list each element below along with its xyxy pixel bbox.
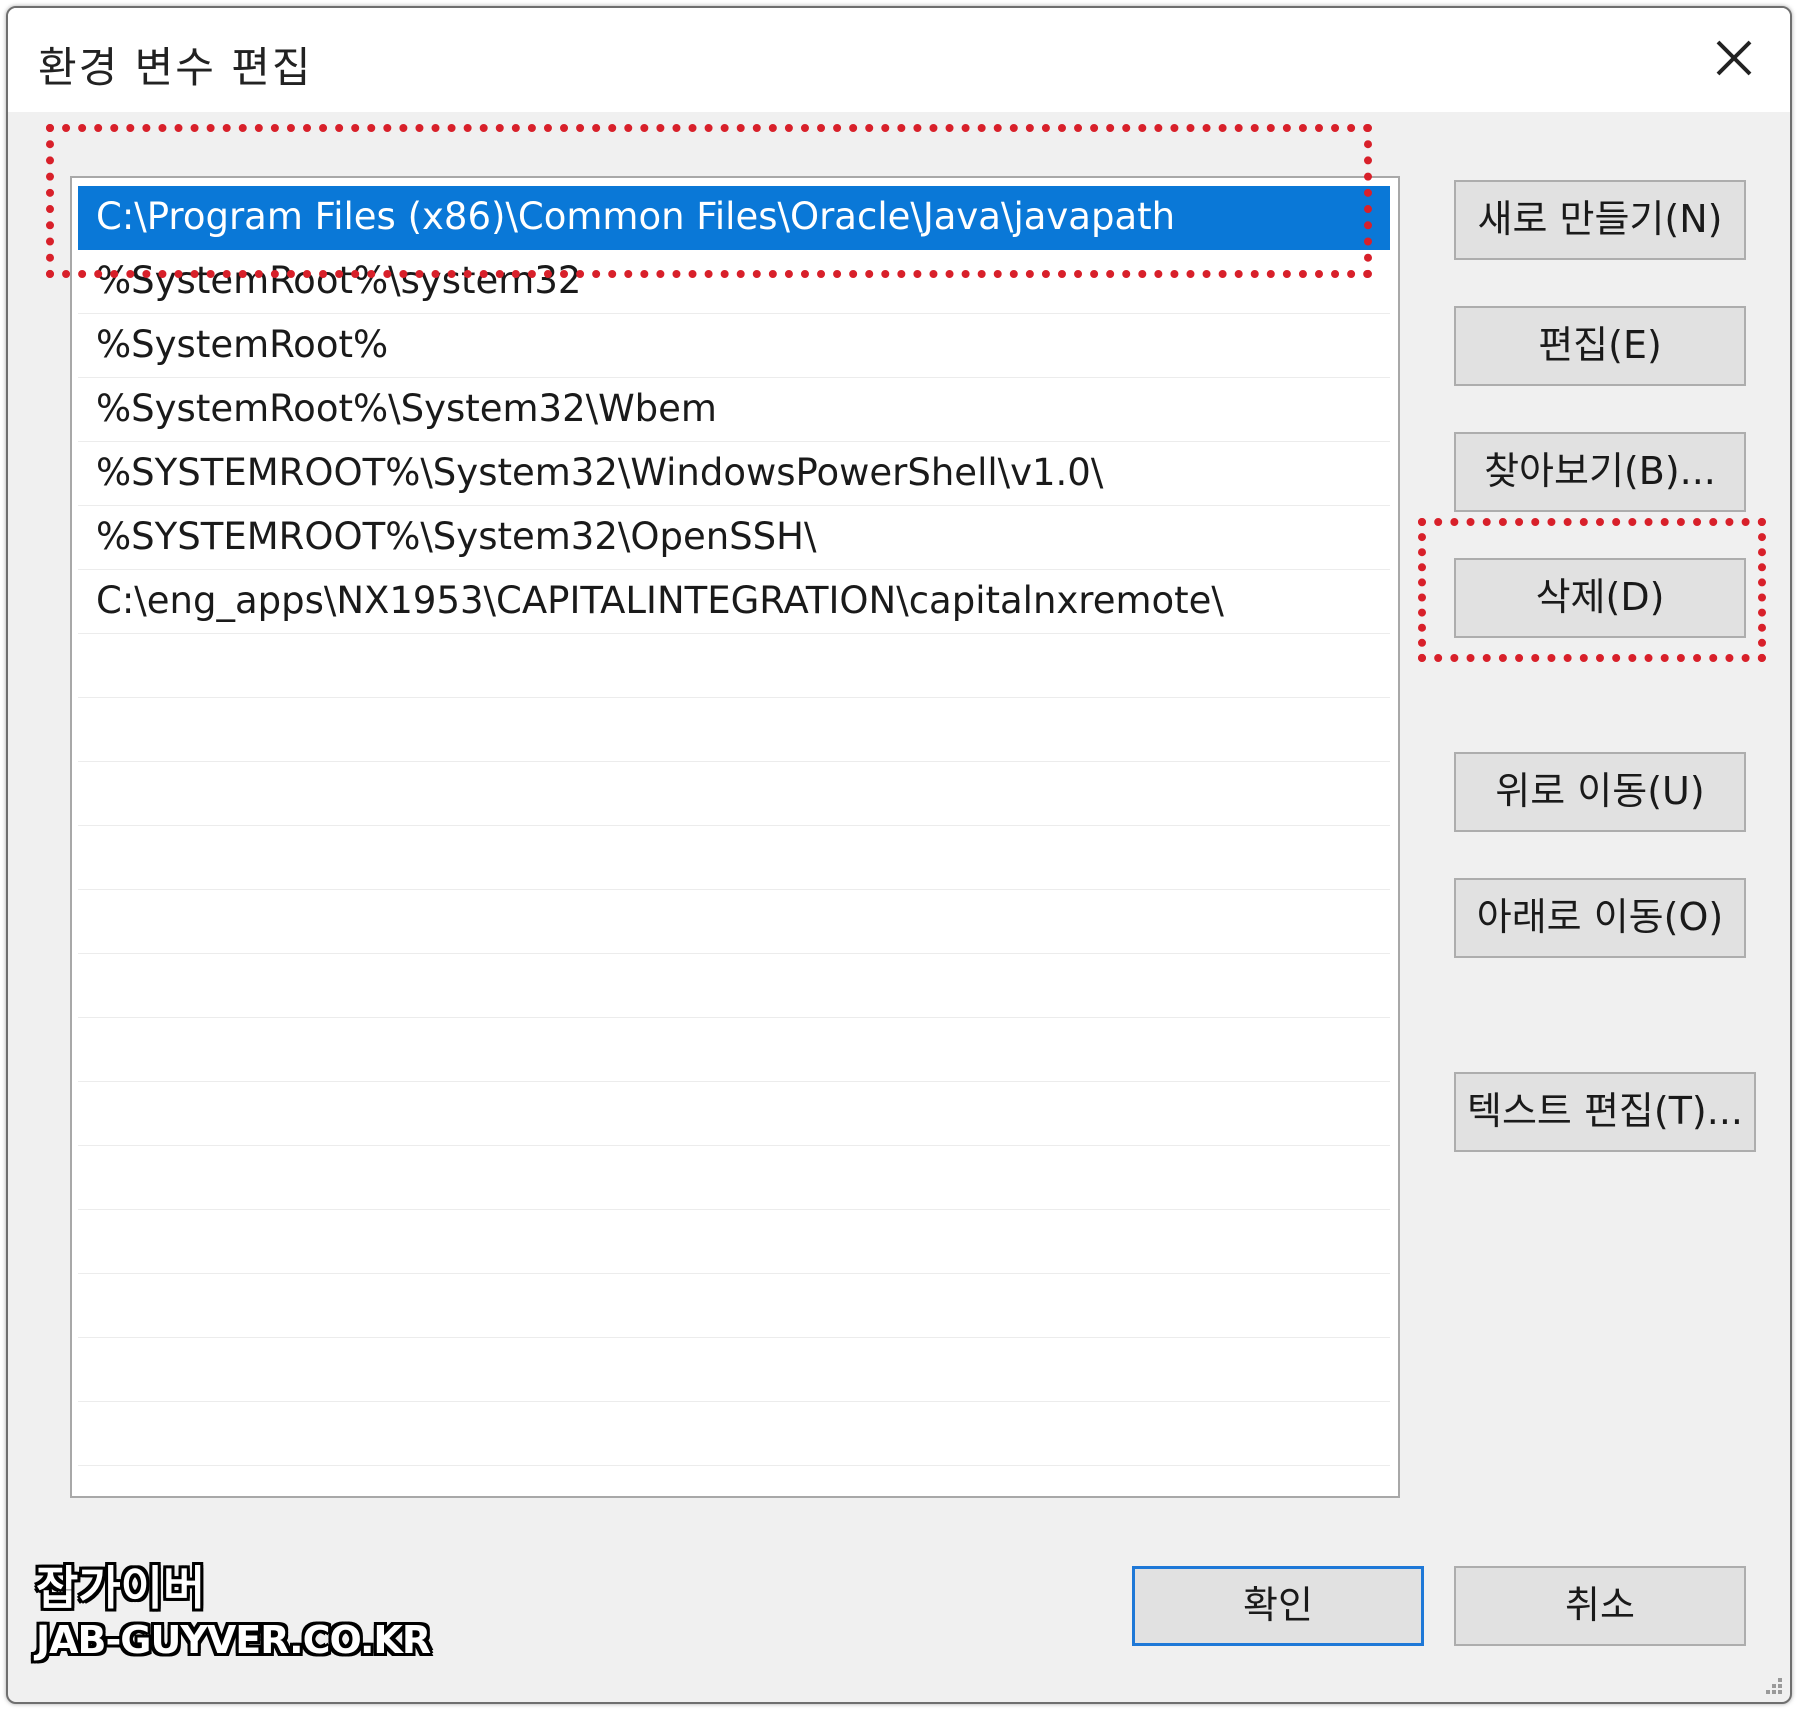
watermark-url: JAB-GUYVER.CO.KR (36, 1618, 431, 1662)
close-icon[interactable] (1704, 28, 1764, 88)
path-list-item[interactable]: %SYSTEMROOT%\System32\WindowsPowerShell\… (78, 442, 1390, 506)
empty-list-row (78, 698, 1390, 762)
title-bar: 환경 변수 편집 (8, 8, 1790, 112)
path-list[interactable]: C:\Program Files (x86)\Common Files\Orac… (70, 176, 1400, 1498)
empty-list-row (78, 762, 1390, 826)
move-down-button[interactable]: 아래로 이동(O) (1454, 878, 1746, 958)
path-list-item[interactable]: %SystemRoot%\System32\Wbem (78, 378, 1390, 442)
move-up-button[interactable]: 위로 이동(U) (1454, 752, 1746, 832)
edit-environment-variable-dialog: 환경 변수 편집 C:\Program Files (x86)\Common F… (6, 6, 1792, 1704)
empty-list-row (78, 1338, 1390, 1402)
empty-list-row (78, 1082, 1390, 1146)
dialog-title: 환경 변수 편집 (38, 43, 313, 92)
delete-button[interactable]: 삭제(D) (1454, 558, 1746, 638)
empty-list-row (78, 1402, 1390, 1466)
path-list-item-selected[interactable]: C:\Program Files (x86)\Common Files\Orac… (78, 186, 1390, 250)
empty-list-row (78, 826, 1390, 890)
path-list-item[interactable]: %SystemRoot% (78, 314, 1390, 378)
edit-text-button[interactable]: 텍스트 편집(T)... (1454, 1072, 1756, 1152)
empty-list-row (78, 1146, 1390, 1210)
empty-list-row (78, 954, 1390, 1018)
browse-button[interactable]: 찾아보기(B)... (1454, 432, 1746, 512)
cancel-button[interactable]: 취소 (1454, 1566, 1746, 1646)
empty-list-row (78, 1018, 1390, 1082)
path-list-item[interactable]: %SystemRoot%\system32 (78, 250, 1390, 314)
empty-list-row (78, 890, 1390, 954)
ok-button[interactable]: 확인 (1132, 1566, 1424, 1646)
resize-grip-icon[interactable] (1758, 1670, 1784, 1696)
path-list-item[interactable]: C:\eng_apps\NX1953\CAPITALINTEGRATION\ca… (78, 570, 1390, 634)
empty-list-row (78, 1274, 1390, 1338)
empty-list-row (78, 1210, 1390, 1274)
empty-list-row (78, 634, 1390, 698)
watermark-brand: 잡가이버 (36, 1561, 206, 1615)
new-button[interactable]: 새로 만들기(N) (1454, 180, 1746, 260)
edit-button[interactable]: 편집(E) (1454, 306, 1746, 386)
path-list-item[interactable]: %SYSTEMROOT%\System32\OpenSSH\ (78, 506, 1390, 570)
